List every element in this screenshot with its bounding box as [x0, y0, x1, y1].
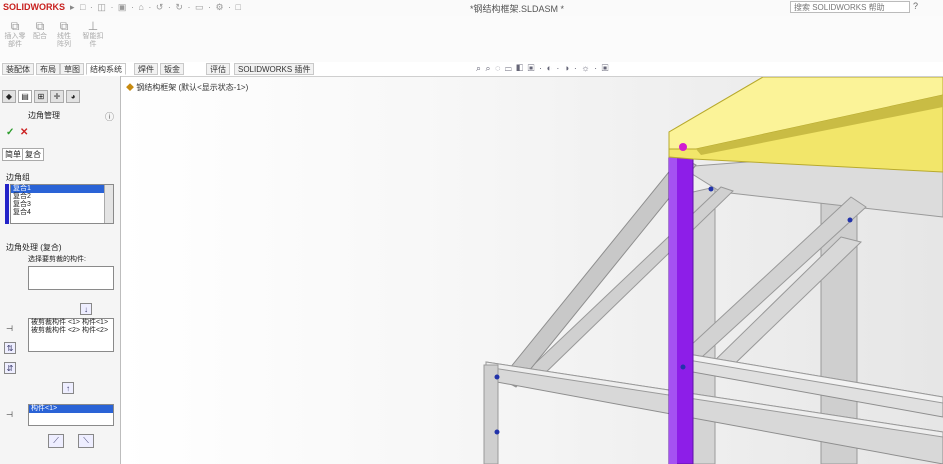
feature-tree-root[interactable]: ◆ 钢结构框架 (默认<显示状态-1>) — [126, 82, 248, 93]
help-search-input[interactable]: 搜索 SOLIDWORKS 帮助 — [790, 1, 910, 13]
tab-sketch[interactable]: 草图 — [60, 63, 84, 75]
selection-point-marker[interactable] — [679, 143, 687, 151]
treatment-group-label: 边角处理 (复合) — [6, 243, 62, 252]
corner-group-list[interactable]: 复合1 复合2 复合3 复合4 — [10, 184, 114, 224]
arrow-down-icon[interactable]: ↓ — [80, 303, 92, 315]
front-column[interactable] — [483, 364, 499, 464]
trim-body-list[interactable]: 构件<1> — [28, 404, 114, 426]
title-bar: SOLIDWORKS ▸ □ · ◫ · ▣ · ⌂ · ↺ · ↻ · ▭ ·… — [0, 0, 943, 17]
tab-evaluate[interactable]: 评估 — [206, 63, 230, 75]
property-manager-panel: ◆ ▤ ⊞ ✛ ◕ 边角管理 ⓘ ✓ ✕ 简单 复合 边角组 复合1 复合2 复… — [0, 76, 121, 464]
endpoint-marker[interactable] — [494, 374, 500, 380]
question-icon[interactable]: ⓘ — [105, 110, 114, 123]
pattern-icon: ⧉ — [59, 19, 69, 33]
list-item[interactable]: 被剪裁构件 <2> 构件<2> — [29, 327, 113, 335]
quick-access-toolbar[interactable]: □ · ◫ · ▣ · ⌂ · ↺ · ↻ · ▭ · ⚙ · □ — [80, 2, 242, 13]
command-tabs: 装配体 布局 草图 结构系统 焊件 钣金 评估 SOLIDWORKS 插件 — [0, 62, 943, 77]
configuration-tab-icon[interactable]: ⊞ — [34, 90, 48, 103]
tab-structure-system[interactable]: 结构系统 — [86, 63, 126, 75]
fastener-label: 智能扣件 — [82, 33, 104, 48]
insert-component-icon: ⧉ — [10, 19, 20, 33]
list-scrollbar[interactable] — [104, 185, 113, 223]
tab-weldments[interactable]: 焊件 — [134, 63, 158, 75]
treatment-hint: 选择要剪裁的构件: — [28, 256, 86, 263]
dimxpert-tab-icon[interactable]: ✛ — [50, 90, 64, 103]
feature-manager-tab-icon[interactable]: ◆ — [2, 90, 16, 103]
flip-icon[interactable]: ⇅ — [4, 342, 16, 354]
diagonal-brace-2[interactable] — [500, 156, 697, 388]
document-title: *钢结构框架.SLDASM * — [470, 4, 565, 14]
endpoint-marker[interactable] — [494, 429, 500, 435]
list-item[interactable]: 复合4 — [11, 209, 113, 217]
command-manager-ribbon: ⧉ 插入零部件 ⧉ 配合 ⧉ 线性阵列 ⊥ 智能扣件 — [0, 16, 943, 63]
fastener-icon: ⊥ — [87, 19, 99, 33]
list-item[interactable]: 复合3 — [11, 201, 113, 209]
trim-body-icon: ⊣ — [6, 410, 13, 419]
fastener-button[interactable]: ⊥ 智能扣件 — [80, 19, 106, 49]
mate-icon: ⧉ — [35, 19, 45, 33]
list-item[interactable]: 复合2 — [11, 193, 113, 201]
selection-indicator — [5, 184, 9, 224]
endpoint-marker[interactable] — [680, 364, 686, 370]
trim-type-2-icon[interactable]: ⟍ — [78, 434, 94, 448]
pm-title: 边角管理 — [28, 111, 60, 120]
selected-member-highlight — [669, 155, 677, 464]
mate-label: 配合 — [33, 33, 47, 40]
trimmed-members-list[interactable]: 被剪裁构件 <1> 构件<1> 被剪裁构件 <2> 构件<2> — [28, 318, 114, 352]
graphics-viewport[interactable] — [121, 77, 943, 464]
endpoint-marker[interactable] — [708, 186, 714, 192]
tab-layout[interactable]: 布局 — [36, 63, 60, 75]
list-item[interactable]: 构件<1> — [29, 405, 113, 413]
ok-button[interactable]: ✓ — [6, 127, 14, 138]
help-button[interactable]: ? — [913, 1, 918, 11]
list-item[interactable]: 复合1 — [11, 185, 113, 193]
trim-selection-box[interactable] — [28, 266, 114, 290]
trim-type-1-icon[interactable]: ⟋ — [48, 434, 64, 448]
cancel-button[interactable]: ✕ — [20, 127, 28, 138]
insert-component-label: 插入零部件 — [4, 33, 26, 48]
tree-root-label: 钢结构框架 (默认<显示状态-1>) — [136, 83, 249, 92]
tab-simple[interactable]: 简单 — [2, 148, 24, 161]
mate-button[interactable]: ⧉ 配合 — [30, 19, 50, 41]
assembly-icon: ◆ — [126, 83, 134, 92]
endpoint-marker[interactable] — [847, 217, 853, 223]
swap-icon[interactable]: ⇵ — [4, 362, 16, 374]
3d-frame-view[interactable] — [121, 77, 943, 464]
tab-assembly[interactable]: 装配体 — [2, 63, 34, 75]
tab-complex[interactable]: 复合 — [22, 148, 44, 161]
display-tab-icon[interactable]: ◕ — [66, 90, 80, 103]
insert-component-button[interactable]: ⧉ 插入零部件 — [4, 19, 26, 49]
tab-sheet-metal[interactable]: 钣金 — [160, 63, 184, 75]
lower-beam-right-top[interactable] — [675, 351, 943, 404]
list-item[interactable]: 被剪裁构件 <1> 构件<1> — [29, 319, 113, 327]
arrow-up-icon[interactable]: ↑ — [62, 382, 74, 394]
pattern-button[interactable]: ⧉ 线性阵列 — [54, 19, 74, 49]
tab-addins[interactable]: SOLIDWORKS 插件 — [234, 63, 315, 75]
app-logo: SOLIDWORKS — [3, 2, 65, 12]
heads-up-view-toolbar[interactable]: ⌕ ⌕ ◌ ▭ ◧ ▣ · ◐ · ◑ · ☼ · ▣ — [476, 63, 609, 74]
pattern-label: 线性阵列 — [57, 33, 71, 48]
menu-arrow-icon[interactable]: ▸ — [70, 2, 75, 13]
corner-group-label: 边角组 — [6, 173, 30, 182]
members-icon: ⊣ — [6, 324, 13, 333]
property-manager-tab-icon[interactable]: ▤ — [18, 90, 32, 103]
